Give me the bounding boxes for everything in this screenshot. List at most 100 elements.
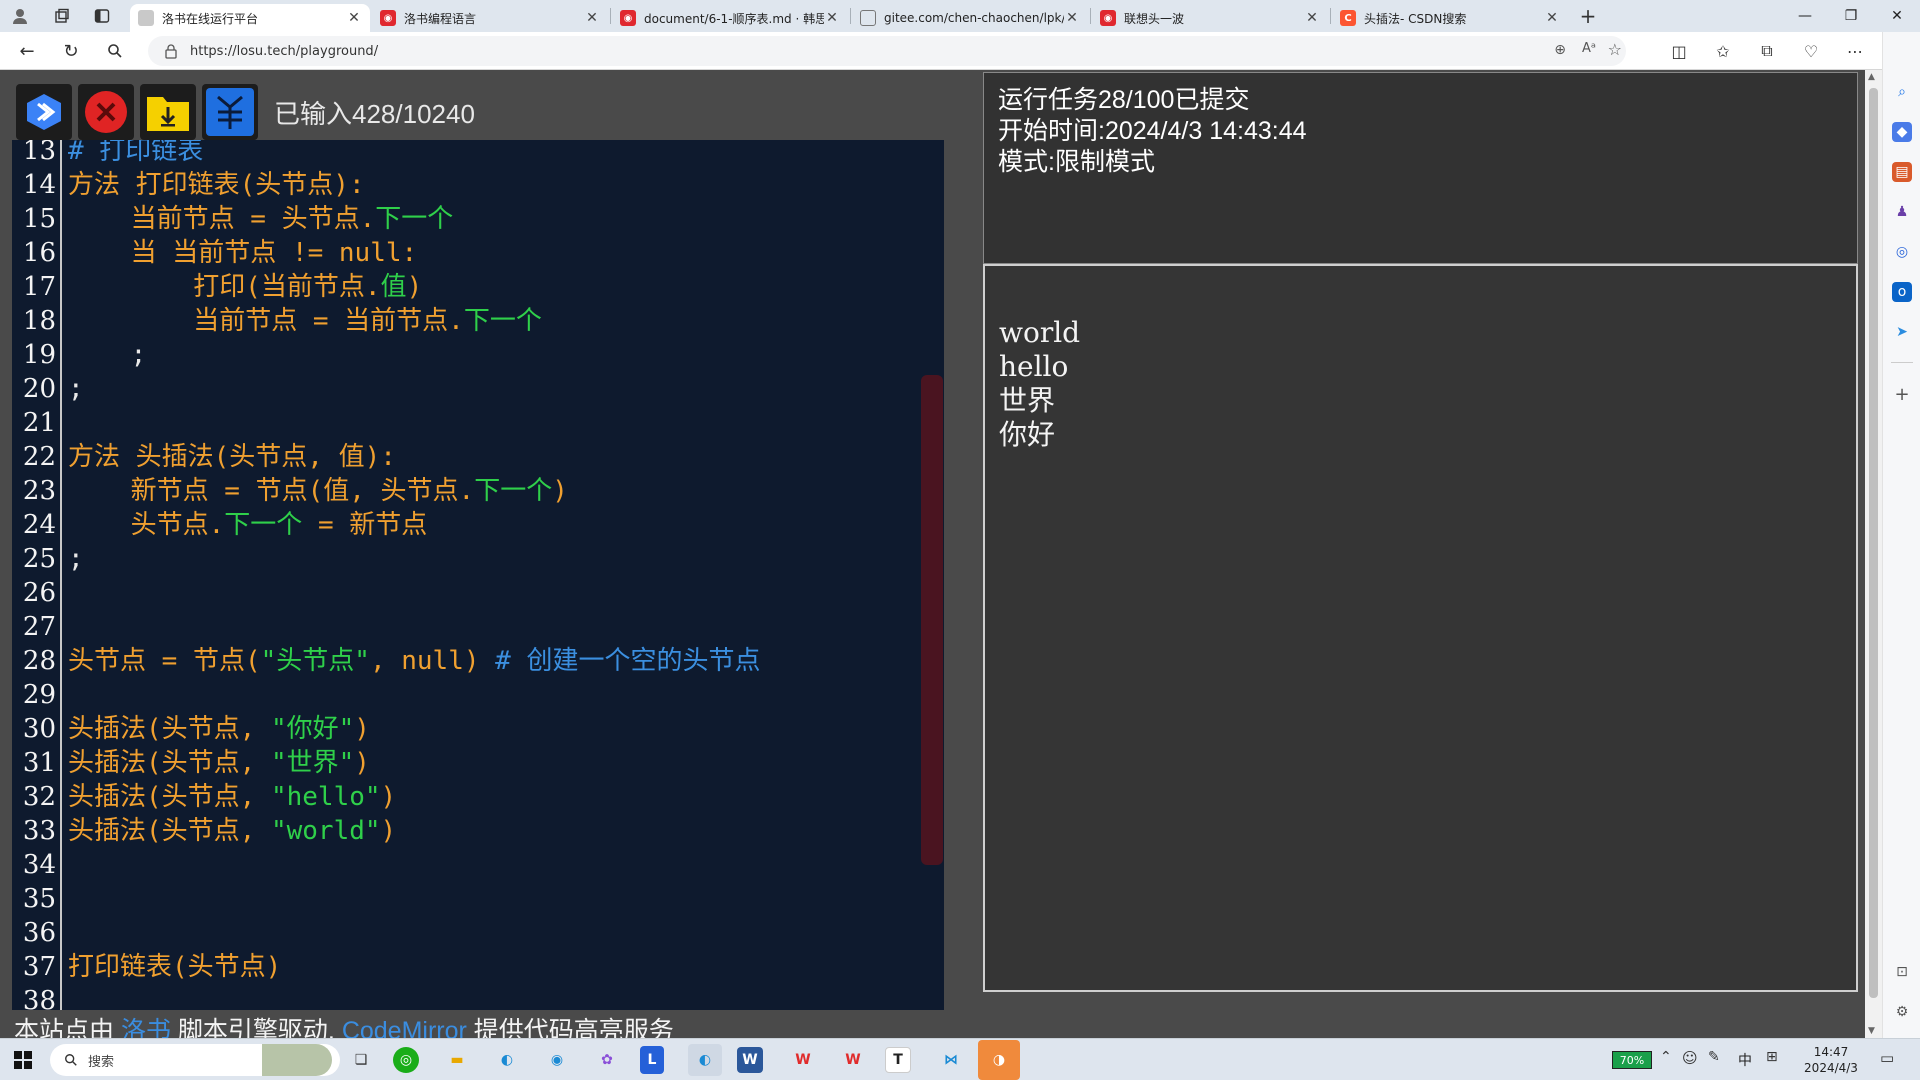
tab-losu-lang[interactable]: ◉ 洛书编程语言 ✕: [372, 4, 608, 32]
close-window-button[interactable]: ✕: [1874, 0, 1920, 32]
restore-button[interactable]: ❐: [1828, 0, 1874, 32]
code-line[interactable]: ;: [68, 542, 84, 576]
code-line[interactable]: 头节点.下一个 = 新节点: [68, 508, 428, 542]
code-token: 方法 打印链表(头节点):: [68, 170, 365, 200]
add-sidebar-app-icon[interactable]: +: [1892, 384, 1912, 405]
save-button[interactable]: [140, 84, 196, 140]
code-line[interactable]: 方法 头插法(头节点, 值):: [68, 440, 396, 474]
wps-writer-icon[interactable]: W: [836, 1044, 870, 1076]
lark-icon[interactable]: L: [640, 1046, 664, 1074]
refresh-button[interactable]: ↻: [56, 36, 86, 66]
new-tab-button[interactable]: +: [1570, 0, 1606, 32]
microsoft365-icon[interactable]: ◎: [1892, 242, 1912, 262]
code-line[interactable]: 方法 打印链表(头节点):: [68, 168, 365, 202]
editor-scrollbar[interactable]: [921, 375, 943, 865]
split-screen-icon[interactable]: ◫: [1662, 36, 1696, 66]
code-token: 头插法(头节点,: [68, 816, 271, 846]
tab-lenovo[interactable]: ◉ 联想头一波 ✕: [1092, 4, 1328, 32]
tab-losu-playground[interactable]: 洛书在线运行平台 ✕: [130, 4, 370, 32]
outlook-icon[interactable]: o: [1892, 282, 1912, 302]
edge-sidebar: ⌕ ◆ ▤ ♟ ◎ o ➤ + ⊡ ⚙: [1882, 32, 1920, 1038]
active-app-icon[interactable]: ◑: [978, 1040, 1020, 1080]
close-icon[interactable]: ✕: [1544, 10, 1560, 26]
stop-button[interactable]: [78, 84, 134, 140]
vertical-tabs-icon[interactable]: [84, 0, 120, 32]
favorites-icon[interactable]: ✩: [1706, 36, 1740, 66]
edge-active-icon[interactable]: ◐: [688, 1044, 722, 1076]
site-info-icon[interactable]: [164, 43, 178, 63]
games-icon[interactable]: ♟: [1892, 202, 1912, 222]
screenshot-icon[interactable]: ⊡: [1892, 962, 1912, 982]
vscode-icon[interactable]: ⋈: [934, 1044, 968, 1076]
tools-icon[interactable]: ▤: [1892, 162, 1912, 182]
code-line[interactable]: 头插法(头节点, "你好"): [68, 712, 370, 746]
close-icon[interactable]: ✕: [824, 10, 840, 26]
typora-icon[interactable]: T: [885, 1047, 911, 1073]
code-line[interactable]: # 打印链表: [68, 140, 203, 168]
run-button[interactable]: [16, 84, 72, 140]
browser-essentials-icon[interactable]: ♡: [1794, 36, 1828, 66]
search-icon[interactable]: ⌕: [1892, 82, 1912, 102]
code-line[interactable]: 头插法(头节点, "world"): [68, 814, 396, 848]
page-scrollbar[interactable]: ▲ ▼: [1865, 70, 1882, 1038]
scrollbar-thumb[interactable]: [1869, 88, 1878, 998]
wps-icon[interactable]: W: [786, 1044, 820, 1076]
code-line[interactable]: 新节点 = 节点(值, 头节点.下一个): [68, 474, 568, 508]
zoom-icon[interactable]: ⊕: [1554, 42, 1566, 58]
more-menu-icon[interactable]: ⋯: [1838, 36, 1872, 66]
close-icon[interactable]: ✕: [584, 10, 600, 26]
browser-icon[interactable]: ◉: [540, 1044, 574, 1076]
line-number: 19: [22, 340, 56, 370]
code-line[interactable]: ;: [68, 372, 84, 406]
logo-button[interactable]: [202, 84, 258, 140]
close-icon[interactable]: ✕: [346, 10, 362, 26]
ime-indicator[interactable]: 中: [1738, 1050, 1752, 1070]
read-aloud-icon[interactable]: Aᵃ: [1582, 41, 1596, 56]
edge-icon[interactable]: ◐: [490, 1044, 524, 1076]
address-bar[interactable]: https://losu.tech/playground/ ⊕ Aᵃ ☆: [148, 36, 1626, 66]
tab-csdn[interactable]: C 头插法- CSDN搜索 ✕: [1332, 4, 1568, 32]
app-icon[interactable]: ✿: [590, 1044, 624, 1076]
pen-icon[interactable]: ✎: [1708, 1049, 1720, 1065]
drop-icon[interactable]: ➤: [1892, 322, 1912, 342]
code-token: 下一个: [463, 306, 542, 336]
code-line[interactable]: ;: [68, 338, 147, 372]
qq-icon[interactable]: ☺: [1682, 1049, 1698, 1067]
wechat-icon[interactable]: ◎: [393, 1047, 419, 1073]
profile-icon[interactable]: [2, 0, 38, 32]
collections-icon[interactable]: ⧉: [1750, 36, 1784, 66]
close-icon[interactable]: ✕: [1064, 10, 1080, 26]
shopping-icon[interactable]: ◆: [1892, 122, 1912, 142]
code-line[interactable]: 打印链表(头节点): [68, 950, 281, 984]
notification-icon[interactable]: ▭: [1880, 1049, 1894, 1067]
code-line[interactable]: 头插法(头节点, "hello"): [68, 780, 396, 814]
code-token: :: [401, 238, 418, 268]
back-button[interactable]: ←: [12, 36, 42, 66]
file-explorer-icon[interactable]: ▬: [440, 1044, 474, 1076]
favorite-star-icon[interactable]: ☆: [1608, 40, 1622, 59]
keyboard-layout-icon[interactable]: ⊞: [1766, 1049, 1778, 1065]
settings-icon[interactable]: ⚙: [1892, 1002, 1912, 1022]
code-line[interactable]: 当 当前节点 != null:: [68, 236, 418, 270]
tab-document[interactable]: ◉ document/6-1-顺序表.md · 韩思 ✕: [612, 4, 848, 32]
clock[interactable]: 14:47 2024/4/3: [1796, 1044, 1866, 1076]
search-icon[interactable]: [100, 36, 130, 66]
chevron-up-icon[interactable]: ⌃: [1660, 1049, 1672, 1065]
battery-indicator[interactable]: 70%: [1612, 1051, 1652, 1069]
taskbar-search[interactable]: 搜索: [50, 1044, 340, 1076]
close-icon[interactable]: ✕: [1304, 10, 1320, 26]
code-line[interactable]: 打印(当前节点.值): [68, 270, 422, 304]
code-line[interactable]: 头插法(头节点, "世界"): [68, 746, 370, 780]
line-number: 33: [22, 816, 56, 846]
minimize-button[interactable]: —: [1782, 0, 1828, 32]
workspaces-icon[interactable]: [44, 0, 80, 32]
tab-gitee[interactable]: gitee.com/chen-chaochen/lpk/ra ✕: [852, 4, 1088, 32]
word-icon[interactable]: W: [737, 1047, 763, 1073]
code-line[interactable]: 当前节点 = 当前节点.下一个: [68, 304, 542, 338]
windows-start-icon[interactable]: [6, 1044, 40, 1076]
code-line[interactable]: 头节点 = 节点("头节点", null) # 创建一个空的头节点: [68, 644, 760, 678]
code-editor[interactable]: 13 14 15 16 17 18 19 20 21 22 23 24 25 26 27 28 29 30 31 32…: [12, 140, 944, 1010]
task-view-icon[interactable]: ❏: [344, 1044, 378, 1076]
code-token: ): [354, 748, 370, 778]
code-line[interactable]: 当前节点 = 头节点.下一个: [68, 202, 454, 236]
